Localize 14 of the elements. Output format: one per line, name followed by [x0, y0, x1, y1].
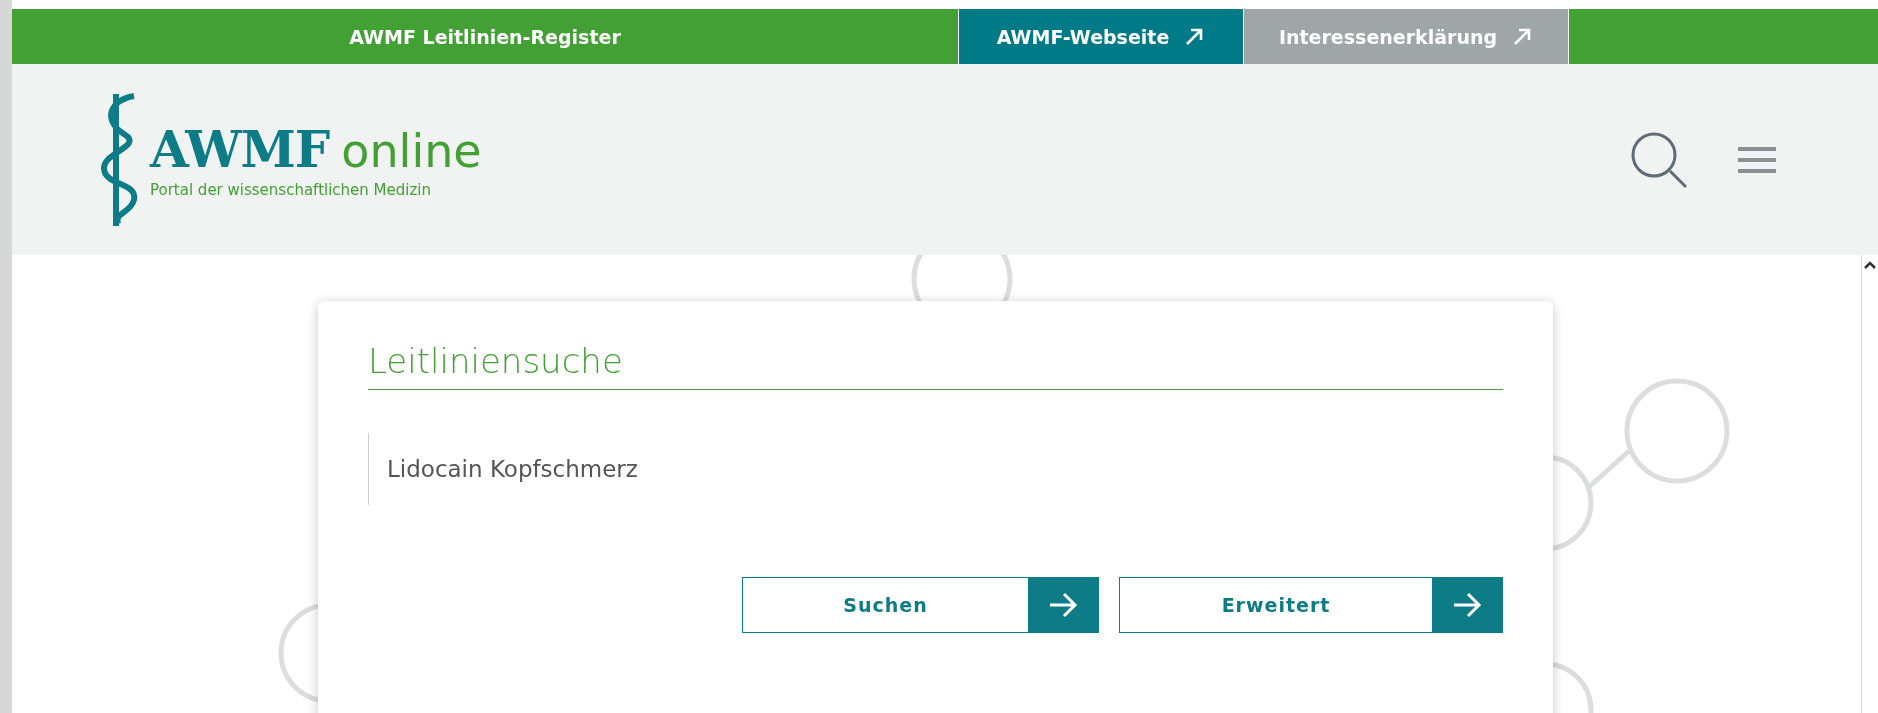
logo-tagline: Portal der wissenschaftlichen Medizin [150, 181, 432, 199]
menu-icon[interactable] [1736, 145, 1778, 174]
external-link[interactable]: Interessenerklärung [1243, 9, 1569, 64]
scrollbar[interactable] [1861, 255, 1878, 713]
search-button[interactable]: Suchen [742, 577, 1099, 633]
arrow-right-icon [1452, 592, 1482, 618]
logo-name: AWMF [150, 120, 330, 179]
logo-suffix: online [341, 124, 482, 178]
search-title: Leitliniensuche [368, 341, 1503, 390]
arrow-right-icon [1048, 592, 1078, 618]
search-button[interactable]: Erweitert [1119, 577, 1503, 633]
site-title: AWMF Leitlinien-Register [348, 24, 622, 50]
scroll-up-icon[interactable] [1864, 261, 1876, 269]
external-link[interactable]: AWMF-Webseite [958, 9, 1243, 64]
